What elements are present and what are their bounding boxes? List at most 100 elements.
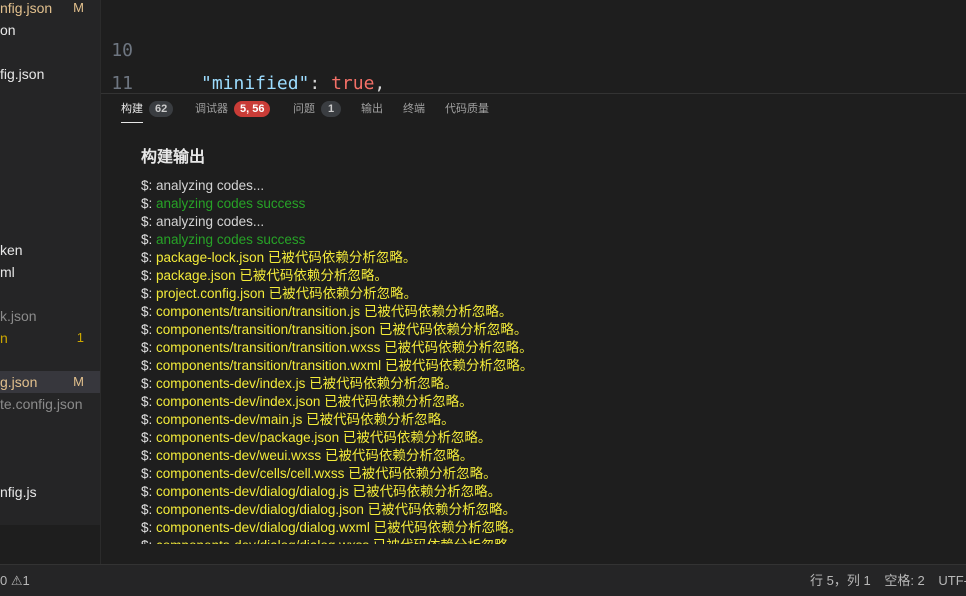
code-line: 10 "minified": true, — [101, 1, 966, 93]
prompt-prefix: $: — [141, 466, 153, 481]
output-line: $: project.config.json 已被代码依赖分析忽略。 — [141, 285, 961, 303]
build-count-badge: 62 — [149, 101, 174, 118]
output-line: $: components-dev/dialog/dialog.json 已被代… — [141, 501, 961, 519]
output-message: components-dev/dialog/dialog.json 已被代码依赖… — [156, 502, 517, 517]
output-line: $: components-dev/main.js 已被代码依赖分析忽略。 — [141, 411, 961, 429]
debugger-error-badge: 5, 56 — [234, 101, 271, 118]
output-message: components-dev/dialog/dialog.wxss 已被代码依赖… — [156, 538, 521, 544]
prompt-prefix: $: — [141, 520, 153, 535]
explorer-file-item[interactable]: ken — [0, 239, 100, 261]
indentation[interactable]: 空格: 2 — [884, 573, 924, 588]
modified-badge: M — [73, 0, 84, 15]
file-name: ml — [0, 264, 15, 280]
file-name: g.json — [0, 374, 38, 390]
tab-label: 调试器 — [195, 103, 228, 116]
output-line: $: analyzing codes... — [141, 177, 961, 195]
file-name: te.config.json — [0, 396, 83, 412]
file-name: k.json — [0, 308, 37, 324]
output-message: components-dev/weui.wxss 已被代码依赖分析忽略。 — [156, 448, 474, 463]
code-editor[interactable]: 10 "minified": true, 11 "newFeature": tr… — [101, 0, 966, 93]
prompt-prefix: $: — [141, 214, 153, 229]
output-message: analyzing codes... — [156, 214, 265, 229]
prompt-prefix: $: — [141, 268, 153, 283]
explorer-file-item[interactable]: nfig.js — [0, 481, 100, 503]
output-line: $: package-lock.json 已被代码依赖分析忽略。 — [141, 249, 961, 267]
output-message: components-dev/main.js 已被代码依赖分析忽略。 — [156, 412, 455, 427]
tab-code-quality[interactable]: 代码质量 — [445, 94, 489, 124]
cursor-position[interactable]: 行 5，列 1 — [810, 573, 871, 588]
build-output-title: 构建输出 — [141, 149, 206, 166]
explorer-file-item[interactable]: te.config.json — [0, 393, 100, 415]
error-count: 0 — [0, 573, 8, 588]
output-message: analyzing codes success — [156, 232, 306, 247]
output-message: components-dev/dialog/dialog.wxml 已被代码依赖… — [156, 520, 523, 535]
tab-label: 代码质量 — [445, 103, 489, 116]
output-line: $: components/transition/transition.json… — [141, 321, 961, 339]
tab-label: 问题 — [293, 103, 315, 116]
tab-label: 输出 — [361, 103, 383, 116]
output-line: $: components-dev/cells/cell.wxss 已被代码依赖… — [141, 465, 961, 483]
output-message: project.config.json 已被代码依赖分析忽略。 — [156, 286, 418, 301]
warning-count: 1 — [22, 573, 30, 588]
tab-label: 终端 — [403, 103, 425, 116]
prompt-prefix: $: — [141, 376, 153, 391]
file-name: nfig.json — [0, 0, 53, 16]
output-line: $: components-dev/index.json 已被代码依赖分析忽略。 — [141, 393, 961, 411]
prompt-prefix: $: — [141, 304, 153, 319]
problems-summary[interactable]: 0 ⚠1 — [0, 565, 30, 596]
output-message: package.json 已被代码依赖分析忽略。 — [156, 268, 388, 283]
panel-tabs: 构建 62 调试器 5, 56 问题 1 输出 终端 代码质量 — [101, 94, 966, 124]
output-line: $: analyzing codes success — [141, 231, 961, 249]
prompt-prefix: $: — [141, 286, 153, 301]
explorer-file-item[interactable]: on — [0, 19, 100, 41]
output-message: components/transition/transition.js 已被代码… — [156, 304, 513, 319]
output-message: components/transition/transition.json 已被… — [156, 322, 528, 337]
file-name: on — [0, 22, 16, 38]
encoding[interactable]: UTF-8 — [938, 573, 966, 588]
explorer-file-item[interactable]: k.json — [0, 305, 100, 327]
output-message: components/transition/transition.wxml 已被… — [156, 358, 534, 373]
output-message: components-dev/package.json 已被代码依赖分析忽略。 — [156, 430, 492, 445]
output-line: $: components-dev/dialog/dialog.wxml 已被代… — [141, 519, 961, 537]
problem-count-badge: 1 — [76, 330, 84, 345]
file-explorer: nfig.json M on fig.json ken ml k.json n … — [0, 0, 100, 564]
output-message: analyzing codes success — [156, 196, 306, 211]
explorer-file-item-selected[interactable]: g.json M — [0, 371, 100, 393]
prompt-prefix: $: — [141, 538, 152, 544]
output-line: $: components-dev/dialog/dialog.wxss 已被代… — [141, 537, 961, 544]
output-message: components-dev/cells/cell.wxss 已被代码依赖分析忽… — [156, 466, 497, 481]
explorer-file-item[interactable]: n 1 — [0, 327, 100, 349]
tab-output[interactable]: 输出 — [361, 94, 383, 124]
prompt-prefix: $: — [141, 196, 153, 211]
code-line: 12 "coverView": true, — [101, 67, 966, 93]
sidebar-footer-area — [0, 525, 100, 564]
tab-debugger[interactable]: 调试器 5, 56 — [195, 94, 271, 124]
output-line: $: components/transition/transition.wxml… — [141, 357, 961, 375]
explorer-file-item[interactable]: nfig.json M — [0, 0, 100, 19]
tab-terminal[interactable]: 终端 — [403, 94, 425, 124]
explorer-file-item[interactable]: ml — [0, 261, 100, 283]
prompt-prefix: $: — [141, 178, 153, 193]
status-bar: 0 ⚠1 行 5，列 1 空格: 2 UTF-8 — [0, 564, 966, 596]
prompt-prefix: $: — [141, 250, 153, 265]
explorer-file-item[interactable]: fig.json — [0, 63, 100, 85]
output-line: $: components-dev/dialog/dialog.js 已被代码依… — [141, 483, 961, 501]
bottom-panel: 构建 62 调试器 5, 56 问题 1 输出 终端 代码质量 构建输出 $: ana… — [101, 93, 966, 564]
tab-label: 构建 — [121, 103, 143, 116]
tab-build[interactable]: 构建 62 — [121, 94, 174, 124]
tab-problems[interactable]: 问题 1 — [293, 94, 341, 124]
output-message: package-lock.json 已被代码依赖分析忽略。 — [156, 250, 417, 265]
file-name: ken — [0, 242, 23, 258]
code-line: 11 "newFeature": true, — [101, 34, 966, 93]
build-output-log[interactable]: $: analyzing codes... $: analyzing codes … — [141, 177, 961, 544]
prompt-prefix: $: — [141, 232, 153, 247]
output-line: $: components-dev/weui.wxss 已被代码依赖分析忽略。 — [141, 447, 961, 465]
output-message: components/transition/transition.wxss 已被… — [156, 340, 533, 355]
file-name: n — [0, 330, 8, 346]
prompt-prefix: $: — [141, 502, 153, 517]
prompt-prefix: $: — [141, 484, 153, 499]
output-line: $: analyzing codes... — [141, 213, 961, 231]
prompt-prefix: $: — [141, 412, 153, 427]
file-name: nfig.js — [0, 484, 37, 500]
prompt-prefix: $: — [141, 430, 153, 445]
